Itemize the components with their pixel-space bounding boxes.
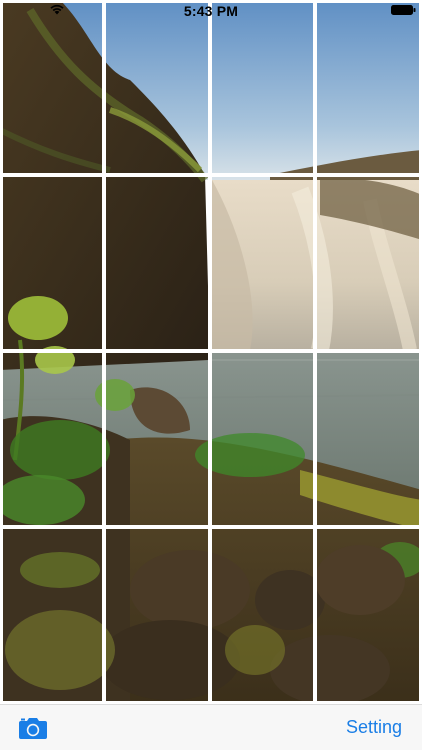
puzzle-tile[interactable] bbox=[106, 2, 208, 173]
puzzle-tile[interactable] bbox=[106, 529, 208, 702]
puzzle-tile[interactable] bbox=[317, 529, 420, 702]
battery-icon bbox=[391, 5, 416, 15]
puzzle-tile[interactable] bbox=[317, 2, 420, 173]
puzzle-tile[interactable] bbox=[2, 2, 102, 173]
puzzle-tile[interactable] bbox=[2, 353, 102, 525]
photo-puzzle-grid bbox=[0, 0, 422, 704]
setting-button[interactable]: Setting bbox=[346, 717, 402, 738]
puzzle-screen: 5:43 PM Setting bbox=[0, 0, 422, 750]
camera-icon[interactable] bbox=[18, 716, 48, 740]
puzzle-tile[interactable] bbox=[212, 177, 313, 349]
puzzle-tile[interactable] bbox=[212, 2, 313, 173]
puzzle-tile[interactable] bbox=[2, 529, 102, 702]
puzzle-tiles bbox=[0, 0, 422, 704]
puzzle-tile[interactable] bbox=[2, 177, 102, 349]
puzzle-tile[interactable] bbox=[106, 177, 208, 349]
bottom-toolbar: Setting bbox=[0, 704, 422, 750]
status-time: 5:43 PM bbox=[183, 3, 239, 19]
puzzle-tile[interactable] bbox=[317, 353, 420, 525]
puzzle-tile[interactable] bbox=[317, 177, 420, 349]
puzzle-tile[interactable] bbox=[212, 353, 313, 525]
status-bar: 5:43 PM bbox=[0, 0, 422, 20]
puzzle-tile[interactable] bbox=[106, 353, 208, 525]
puzzle-tile[interactable] bbox=[212, 529, 313, 702]
